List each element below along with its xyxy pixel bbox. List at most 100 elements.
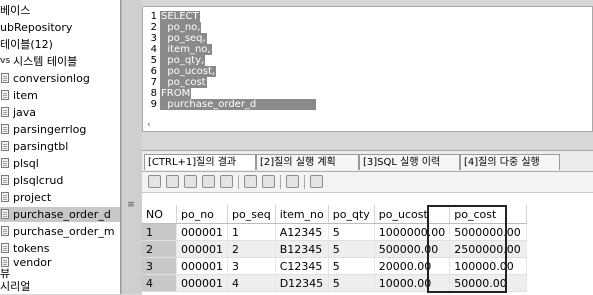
cell-po-qty[interactable]: 5 — [328, 257, 375, 275]
tree-item-tokens[interactable]: tokens — [0, 241, 120, 256]
toolbar-divider — [238, 175, 239, 189]
tree-item-vendor[interactable]: vendor — [0, 255, 120, 270]
code-line: 2 po_no, — [150, 22, 202, 33]
editor-horizontal-scrollbar[interactable]: ‹ — [143, 120, 592, 131]
table-icon — [1, 141, 9, 151]
cell-po-no[interactable]: 000001 — [176, 240, 228, 258]
table-icon — [1, 107, 9, 117]
code-line: 3 po_seq, — [150, 33, 207, 44]
cell-po-qty[interactable]: 5 — [328, 274, 375, 292]
cell-po-cost[interactable]: 100000.00 — [449, 257, 528, 275]
tree-item-ubrepository[interactable]: ubRepository — [0, 20, 72, 35]
tree-item-plsqlcrud[interactable]: plsqlcrud — [0, 173, 120, 188]
cell-po-qty[interactable]: 5 — [328, 223, 375, 241]
paste-icon[interactable] — [262, 175, 275, 188]
rollback-icon[interactable] — [220, 175, 233, 188]
cell-po-seq[interactable]: 1 — [227, 223, 276, 241]
tree-item-project[interactable]: project — [0, 190, 120, 205]
tab-query-result[interactable]: [CTRL+1]질의 결과 — [144, 154, 256, 170]
table-row[interactable]: 2 000001 2 B12345 5 500000.00 2500000.00 — [142, 240, 528, 258]
code-line: 4 item_no, — [150, 44, 212, 55]
row-number[interactable]: 2 — [142, 240, 177, 258]
cell-po-cost[interactable]: 5000000.00 — [449, 223, 528, 241]
col-header-po-cost[interactable]: po_cost — [449, 205, 528, 224]
cell-po-qty[interactable]: 5 — [328, 240, 375, 258]
row-number[interactable]: 1 — [142, 223, 177, 241]
table-icon — [1, 158, 9, 168]
table-icon — [1, 192, 9, 202]
cell-po-no[interactable]: 000001 — [176, 274, 228, 292]
results-panel: [CTRL+1]질의 결과 [2]질의 실행 계획 [3]SQL 실행 이력 [… — [142, 150, 593, 295]
cell-item-no[interactable]: D12345 — [275, 274, 329, 292]
tree-item-serials[interactable]: 시리얼 — [0, 279, 30, 294]
tab-execution-plan[interactable]: [2]질의 실행 계획 — [256, 154, 359, 170]
cell-item-no[interactable]: C12345 — [275, 257, 329, 275]
tree-item-java[interactable]: java — [0, 105, 120, 120]
table-icon — [1, 209, 9, 219]
cell-po-seq[interactable]: 4 — [227, 274, 276, 292]
tab-sql-history[interactable]: [3]SQL 실행 이력 — [359, 154, 460, 170]
table-row[interactable]: 4 000001 4 D12345 5 10000.00 50000.00 — [142, 274, 528, 292]
cell-item-no[interactable]: B12345 — [275, 240, 329, 258]
cell-po-cost[interactable]: 2500000.00 — [449, 240, 528, 258]
cell-po-no[interactable]: 000001 — [176, 257, 228, 275]
cell-po-seq[interactable]: 3 — [227, 257, 276, 275]
tree-item-purchase-order-d[interactable]: purchase_order_d — [0, 207, 120, 222]
tree-item-tables[interactable]: 테이블(12) — [0, 37, 53, 52]
col-header-po-qty[interactable]: po_qty — [328, 205, 375, 224]
tree-item-database[interactable]: 베이스 — [0, 3, 30, 18]
copy-icon[interactable] — [244, 175, 257, 188]
delete-row-icon[interactable] — [184, 175, 197, 188]
row-number[interactable]: 3 — [142, 257, 177, 275]
col-header-item-no[interactable]: item_no — [275, 205, 329, 224]
tree-item-conversionlog[interactable]: conversionlog — [0, 71, 120, 86]
col-header-po-no[interactable]: po_no — [176, 205, 228, 224]
tab-multi-execution[interactable]: [4]질의 다중 실행 — [460, 154, 560, 170]
cell-po-cost[interactable]: 50000.00 — [449, 274, 528, 292]
export-icon[interactable] — [286, 175, 299, 188]
result-grid[interactable]: NO po_no po_seq item_no po_qty po_ucost … — [142, 205, 528, 292]
code-line: 1 SELECT — [150, 11, 200, 22]
toolbar-divider — [304, 175, 305, 189]
cell-po-no[interactable]: 000001 — [176, 223, 228, 241]
cell-po-ucost[interactable]: 1000000.00 — [374, 223, 451, 241]
col-header-po-seq[interactable]: po_seq — [227, 205, 276, 224]
code-line: 8 FROM — [150, 88, 192, 99]
tree-item-item[interactable]: item — [0, 88, 120, 103]
commit-icon[interactable] — [202, 175, 215, 188]
edit-icon[interactable] — [148, 175, 161, 188]
vs-icon: VS — [0, 57, 11, 65]
col-header-no[interactable]: NO — [142, 205, 177, 224]
tree-item-purchase-order-m[interactable]: purchase_order_m — [0, 224, 120, 239]
code-line: 5 po_qty, — [150, 55, 206, 66]
row-number[interactable]: 4 — [142, 274, 177, 292]
table-row[interactable]: 1 000001 1 A12345 5 1000000.00 5000000.0… — [142, 223, 528, 241]
panel-splitter[interactable]: ≡ — [121, 0, 142, 294]
table-icon — [1, 243, 9, 253]
table-icon — [1, 226, 9, 236]
col-header-po-ucost[interactable]: po_ucost — [374, 205, 451, 224]
cell-po-ucost[interactable]: 500000.00 — [374, 240, 451, 258]
tree-item-parsingtbl[interactable]: parsingtbl — [0, 139, 120, 154]
cell-item-no[interactable]: A12345 — [275, 223, 329, 241]
table-icon — [1, 90, 9, 100]
results-toolbar — [142, 172, 593, 193]
code-line: 9 purchase_order_d — [143, 99, 317, 110]
cell-po-seq[interactable]: 2 — [227, 240, 276, 258]
table-icon — [1, 73, 9, 83]
code-line: 7 po_cost — [150, 77, 207, 88]
filter-icon[interactable] — [310, 175, 323, 188]
tree-item-system-tables[interactable]: VS 시스템 테이블 — [0, 54, 120, 69]
cell-po-ucost[interactable]: 10000.00 — [374, 274, 451, 292]
object-tree: 베이스 ubRepository 테이블(12) VS 시스템 테이블 conv… — [0, 0, 121, 294]
tree-item-plsql[interactable]: plsql — [0, 156, 120, 171]
cell-po-ucost[interactable]: 20000.00 — [374, 257, 451, 275]
code-line: 6 po_ucost, — [150, 66, 217, 77]
toolbar-divider — [280, 175, 281, 189]
scroll-left-icon[interactable]: ‹ — [147, 120, 151, 130]
tree-item-parsingerrlog[interactable]: parsingerrlog — [0, 122, 120, 137]
insert-row-icon[interactable] — [166, 175, 179, 188]
sql-editor[interactable]: 1 SELECT 2 po_no, 3 po_seq, 4 item_no, 5 … — [142, 6, 593, 132]
results-tabbar: [CTRL+1]질의 결과 [2]질의 실행 계획 [3]SQL 실행 이력 [… — [142, 151, 593, 172]
table-row[interactable]: 3 000001 3 C12345 5 20000.00 100000.00 — [142, 257, 528, 275]
